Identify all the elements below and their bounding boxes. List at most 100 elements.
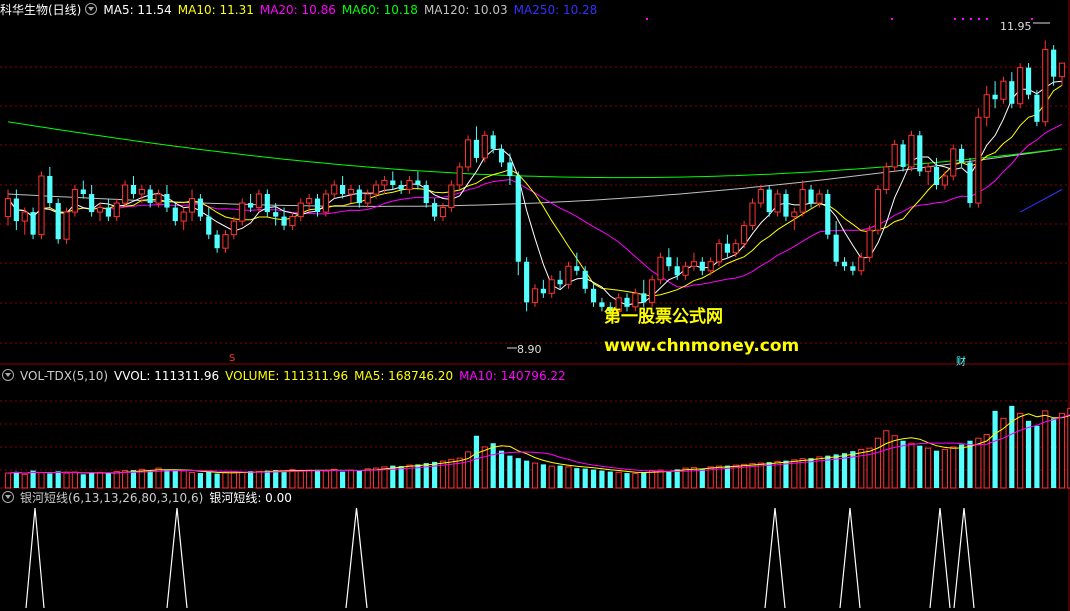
candle-body [255,193,263,209]
volume-bar [732,464,739,489]
volume-bar [147,471,153,488]
candle-body [1025,67,1032,95]
volume-bar [481,446,488,489]
volume-bar [666,471,672,488]
candle-body [30,212,36,235]
volume-bar [4,472,12,489]
volume-bar [206,471,212,488]
candle-body [799,189,806,213]
candle-body [372,184,380,195]
candle-body [47,175,53,204]
candle-body [364,193,371,204]
volume-bar [281,471,287,488]
volume-bar [950,446,957,489]
volume-bar [992,410,998,488]
volume-bar [774,460,781,489]
candle-body [398,185,404,190]
volume-bar [615,471,622,489]
volume-bar [900,440,906,488]
candle-body [481,134,488,159]
vol-indicator-name[interactable]: VOL-TDX(5,10) [20,369,108,383]
candle-body [273,212,279,217]
candle-body [432,203,438,217]
volume-bar [214,473,220,488]
candle-body [841,261,848,267]
volume-bar [172,470,178,488]
candle-body [322,193,329,213]
low-price-label: 8.90 [517,343,542,356]
volume-bar [80,474,86,488]
volume-bar [30,470,36,488]
candle-body [264,194,270,213]
candle-body [941,175,948,186]
candle-body [105,207,111,217]
high-price-label: 11.95 [1000,20,1032,33]
candle-body [281,216,287,226]
candle-body [473,139,480,158]
volume-bar [674,469,680,488]
volume-bar [1051,418,1057,488]
volume-bar [1009,405,1015,488]
candle-body [439,207,447,218]
candle-body [122,184,129,204]
volume-bar [607,471,613,488]
candle-body [1042,49,1049,123]
volume-bar [933,450,940,488]
volume-bar [89,472,95,488]
indicator-dropdown-icon[interactable] [2,491,14,503]
candle-body [38,175,45,236]
candle-body [89,194,95,213]
volume-dropdown-icon[interactable] [2,369,14,381]
candle-body [808,189,814,204]
candle-body [732,243,739,254]
stock-name[interactable]: 科华生物(日线) [0,3,81,17]
candle-body [147,189,153,204]
dropdown-circle-icon[interactable] [85,3,98,15]
volume-bar [356,470,362,488]
candle-body [498,148,505,163]
volume-bar [289,469,296,489]
volume-bar [1058,412,1066,489]
ma120-legend: MA120: 10.03 [423,3,508,17]
volume-bar [641,472,647,488]
candle-body [975,116,982,204]
candle-body [858,256,865,272]
watermark-title: 第一股票公式网 [604,307,723,327]
candle-body [883,166,890,191]
candle-body [188,198,196,213]
candle-body [925,166,932,172]
volume-bar [1017,412,1024,489]
candle-body [833,234,839,262]
signal-spike [953,507,975,609]
ma10-line [7,84,1063,297]
candle-body [406,179,413,191]
candle-body [331,184,338,195]
candle-body [959,148,965,163]
candle-body [967,162,973,204]
volume-bar [222,471,229,489]
watermark-url: www.chnmoney.com [604,336,800,356]
candle-body [715,243,723,263]
volume-bar [96,471,104,489]
candle-body [783,194,789,217]
candle-body [666,257,672,267]
candle-body [138,189,145,195]
candle-body [55,203,61,240]
marker-dot [970,18,972,20]
candle-body [749,202,756,227]
candle-body [774,193,781,213]
volume-bar [105,473,111,488]
candle-body [1017,67,1024,105]
volume-bar [590,469,597,488]
candle-body [1051,49,1057,77]
indicator-pane-header: 银河短线(6,13,13,26,80,3,10,6) 银河短线: 0.00 [0,490,298,506]
candle-body [172,207,178,222]
volume-bar [264,470,270,488]
volume-bar [808,458,814,488]
candle-body [113,202,120,218]
candle-body [515,175,521,262]
indicator-name[interactable]: 银河短线(6,13,13,26,80,3,10,6) [20,491,203,505]
candle-body [766,189,772,213]
volume-bar [925,447,932,489]
signal-spike [764,507,786,609]
